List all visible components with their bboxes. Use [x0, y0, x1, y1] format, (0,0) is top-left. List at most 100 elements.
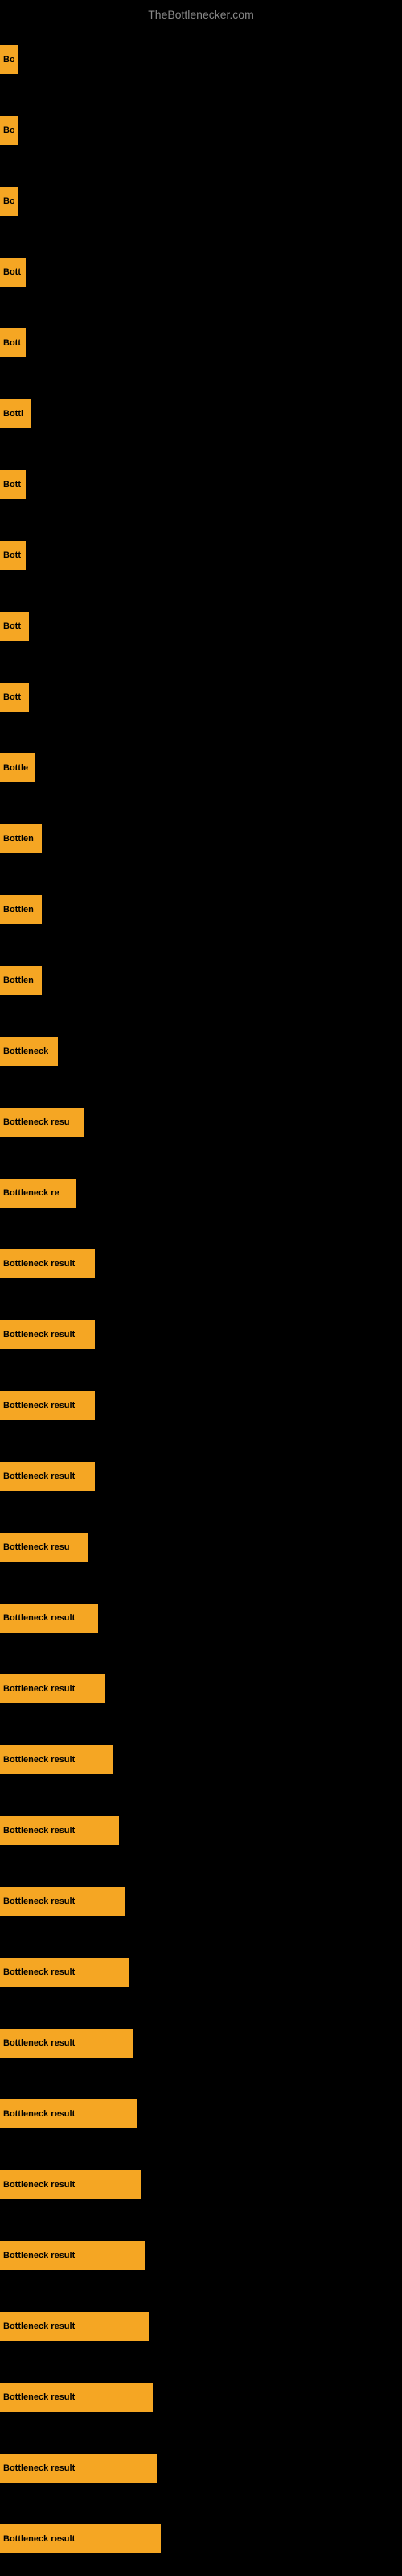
bar-label: Bottleneck result [3, 2392, 75, 2402]
bar-row: Bottleneck result [0, 2504, 402, 2574]
bar-item: Bottleneck result [0, 1462, 95, 1491]
bar-item: Bottleneck result [0, 2524, 161, 2553]
bar-item: Bottleneck result [0, 2029, 133, 2058]
bar-label: Bottleneck result [3, 1826, 75, 1835]
bar-item: Bottlen [0, 966, 42, 995]
bar-row: Bott [0, 308, 402, 378]
bar-label: Bottleneck result [3, 2463, 75, 2473]
bar-item: Bottleneck result [0, 2383, 153, 2412]
bar-row: Bottl [0, 378, 402, 449]
bar-label: Bottleneck result [3, 2251, 75, 2260]
bar-label: Bottleneck result [3, 1259, 75, 1269]
bar-label: Bottlen [3, 834, 34, 844]
bar-row: Bottleneck result [0, 1583, 402, 1653]
bar-row: Bottleneck result [0, 1299, 402, 1370]
bar-label: Bottleneck resu [3, 1542, 70, 1552]
bar-row: Bott [0, 449, 402, 520]
bar-row: Bott [0, 662, 402, 733]
bar-row: Bottleneck result [0, 1441, 402, 1512]
bar-label: Bottleneck result [3, 1330, 75, 1340]
bar-row: Bottleneck result [0, 1653, 402, 1724]
bar-label: Bottleneck result [3, 2322, 75, 2331]
bar-label: Bottleneck result [3, 2534, 75, 2544]
bar-item: Bottleneck resu [0, 1533, 88, 1562]
bar-row: Bottleneck result [0, 1795, 402, 1866]
bar-label: Bottleneck re [3, 1188, 59, 1198]
bar-item: Bottlen [0, 895, 42, 924]
bar-item: Bottleneck result [0, 1745, 113, 1774]
bar-label: Bottle [3, 763, 28, 773]
bar-label: Bott [3, 267, 21, 277]
bar-label: Bottlen [3, 905, 34, 914]
bar-row: Bottleneck resu [0, 1087, 402, 1158]
bar-row: Bo [0, 166, 402, 237]
bar-item: Bottleneck result [0, 2170, 141, 2199]
bar-item: Bo [0, 45, 18, 74]
bar-item: Bottleneck result [0, 2099, 137, 2128]
bar-row: Bottlen [0, 803, 402, 874]
bar-item: Bottleneck [0, 1037, 58, 1066]
bar-label: Bottleneck result [3, 1613, 75, 1623]
bar-row: Bottle [0, 733, 402, 803]
bar-row: Bottlen [0, 874, 402, 945]
bar-item: Bottleneck result [0, 1604, 98, 1633]
bar-row: Bottleneck result [0, 2433, 402, 2504]
bar-label: Bo [3, 196, 14, 206]
bar-row: Bo [0, 95, 402, 166]
bar-item: Bo [0, 116, 18, 145]
bar-item: Bott [0, 258, 26, 287]
bar-item: Bottleneck result [0, 2312, 149, 2341]
bar-item: Bott [0, 328, 26, 357]
bar-row: Bo [0, 24, 402, 95]
bar-label: Bottleneck result [3, 1401, 75, 1410]
bar-row: Bottleneck result [0, 1724, 402, 1795]
bar-row: Bottleneck result [0, 1937, 402, 2008]
bar-item: Bottl [0, 399, 31, 428]
bar-label: Bottleneck result [3, 2109, 75, 2119]
bar-row: Bottleneck result [0, 1866, 402, 1937]
bar-item: Bottle [0, 753, 35, 782]
bar-label: Bottleneck result [3, 1684, 75, 1694]
bar-label: Bottlen [3, 976, 34, 985]
bar-row: Bottleneck resu [0, 1512, 402, 1583]
bar-label: Bottleneck [3, 1046, 48, 1056]
bar-row: Bottlen [0, 945, 402, 1016]
bar-row: Bottleneck result [0, 2220, 402, 2291]
bar-item: Bottlen [0, 824, 42, 853]
bar-row: Bottleneck [0, 1016, 402, 1087]
bar-label: Bottleneck result [3, 2038, 75, 2048]
bar-row: Bott [0, 591, 402, 662]
bar-item: Bottleneck result [0, 1674, 105, 1703]
bar-item: Bottleneck result [0, 1391, 95, 1420]
bar-label: Bott [3, 692, 21, 702]
bar-label: Bottleneck result [3, 1755, 75, 1765]
bar-label: Bo [3, 126, 14, 135]
bar-row: Bottleneck result [0, 2149, 402, 2220]
bar-row: Bottleneck result [0, 2291, 402, 2362]
bar-row: Bottleneck result [0, 2008, 402, 2079]
bar-item: Bottleneck result [0, 1320, 95, 1349]
bar-item: Bott [0, 612, 29, 641]
bar-label: Bott [3, 621, 21, 631]
bar-label: Bottleneck result [3, 2180, 75, 2190]
bar-label: Bottleneck resu [3, 1117, 70, 1127]
bar-label: Bo [3, 55, 14, 64]
bar-label: Bottl [3, 409, 23, 419]
bar-item: Bottleneck result [0, 2454, 157, 2483]
bar-row: Bottleneck result [0, 1228, 402, 1299]
bar-item: Bottleneck result [0, 1958, 129, 1987]
bar-row: Bott [0, 520, 402, 591]
bar-row: Bott [0, 237, 402, 308]
bar-label: Bott [3, 551, 21, 560]
bar-item: Bottleneck resu [0, 1108, 84, 1137]
bar-item: Bottleneck result [0, 1249, 95, 1278]
bar-item: Bottleneck result [0, 2241, 145, 2270]
bar-row: Bottleneck result [0, 2079, 402, 2149]
bar-item: Bottleneck result [0, 1816, 119, 1845]
bar-label: Bottleneck result [3, 1897, 75, 1906]
bar-label: Bott [3, 480, 21, 489]
bar-item: Bott [0, 683, 29, 712]
bar-row: Bottleneck result [0, 1370, 402, 1441]
bar-label: Bottleneck result [3, 1967, 75, 1977]
bar-item: Bott [0, 541, 26, 570]
